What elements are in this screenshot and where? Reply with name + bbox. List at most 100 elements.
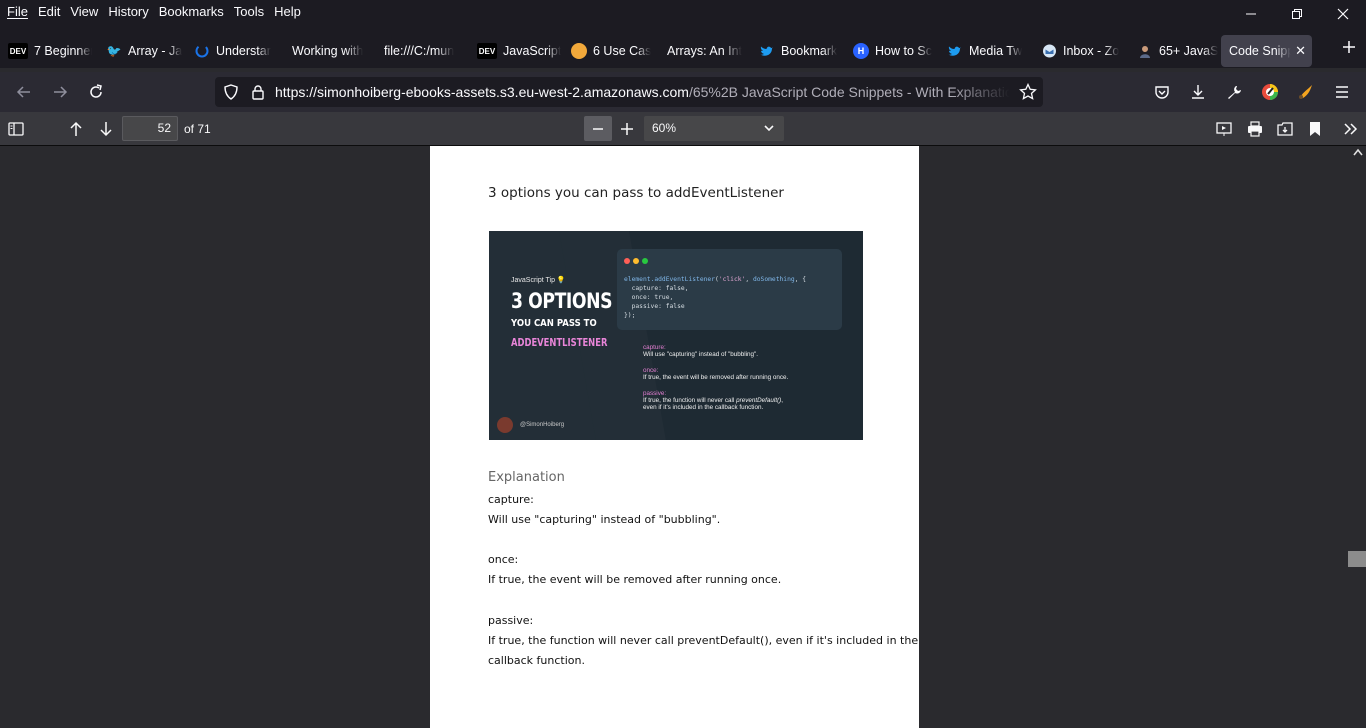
- desc-key: once:: [643, 367, 659, 374]
- tab-14-active[interactable]: Code Snipp ✕: [1221, 35, 1312, 67]
- minimize-icon: [1246, 13, 1256, 15]
- close-icon: [1337, 8, 1349, 20]
- tab-label: Inbox - Zo: [1063, 44, 1120, 58]
- tab-label: 6 Use Cas: [593, 44, 652, 58]
- desc-key: capture:: [643, 344, 666, 351]
- tab-6[interactable]: DEV JavaScript: [469, 35, 563, 67]
- printer-icon: [1248, 121, 1262, 137]
- lock-icon[interactable]: [251, 84, 265, 100]
- tools-menu-button[interactable]: [1338, 117, 1362, 141]
- tab-3[interactable]: Understar: [186, 35, 280, 67]
- menu-bookmarks[interactable]: Bookmarks: [154, 4, 229, 19]
- tab-12[interactable]: Inbox - Zo: [1033, 35, 1129, 67]
- bird-icon: 🐦: [106, 44, 122, 58]
- forward-button[interactable]: [48, 80, 72, 104]
- figure-desc-passive: passive: If true, the function will never…: [643, 390, 783, 411]
- download-icon: [1192, 85, 1204, 99]
- dev-icon: DEV: [477, 43, 497, 59]
- bookmark-icon: [1310, 122, 1320, 136]
- tab-7[interactable]: 6 Use Cas: [563, 35, 657, 67]
- tab-10[interactable]: H How to Sc: [845, 35, 939, 67]
- tab-9[interactable]: Bookmark: [751, 35, 845, 67]
- zoom-select[interactable]: 60%: [644, 116, 784, 141]
- desc-value: even if it's included in the callback fu…: [643, 404, 764, 411]
- print-button[interactable]: [1243, 117, 1267, 141]
- zoom-out-button[interactable]: [584, 116, 612, 141]
- figure-tip-label: JavaScript Tip 💡: [511, 277, 566, 284]
- reload-button[interactable]: [84, 80, 108, 104]
- explanation-line: Will use "capturing" instead of "bubblin…: [488, 513, 721, 526]
- bookmark-button[interactable]: [1303, 117, 1327, 141]
- hashnode-icon: H: [853, 43, 869, 59]
- tab-8[interactable]: Arrays: An Int: [657, 35, 751, 67]
- explanation-line: callback function.: [488, 654, 585, 667]
- tab-label: Code Snipp: [1229, 44, 1291, 58]
- url-text[interactable]: https://simonhoiberg-ebooks-assets.s3.eu…: [275, 84, 1010, 100]
- code-token: addEventListener: [654, 276, 716, 283]
- zoom-in-button[interactable]: [615, 117, 639, 141]
- sidebar-toggle-button[interactable]: [4, 117, 28, 141]
- shield-icon[interactable]: [223, 84, 239, 100]
- tab-13[interactable]: 65+ JavaS: [1129, 35, 1221, 67]
- new-tab-button[interactable]: [1342, 40, 1356, 54]
- extension-button[interactable]: [1258, 80, 1282, 104]
- zoom-value: 60%: [652, 121, 677, 135]
- close-window-button[interactable]: [1320, 0, 1366, 28]
- next-page-button[interactable]: [94, 117, 118, 141]
- figure-highlight: ADDEVENTLISTENER: [511, 337, 608, 349]
- pocket-button[interactable]: [1150, 80, 1174, 104]
- previous-page-button[interactable]: [64, 117, 88, 141]
- green-dot-icon: [642, 258, 648, 264]
- tab-5[interactable]: file:///C:/mun: [374, 35, 469, 67]
- menu-history[interactable]: History: [103, 4, 153, 19]
- restore-button[interactable]: [1274, 0, 1320, 28]
- code-line: });: [624, 312, 636, 319]
- code-window: element.addEventListener('click', doSome…: [617, 249, 842, 330]
- desc-value: ,: [781, 397, 784, 404]
- explanation-title: Explanation: [488, 470, 565, 485]
- arrow-up-icon: [70, 121, 82, 136]
- page-number-input[interactable]: 52: [122, 116, 178, 141]
- pdf-page: 3 options you can pass to addEventListen…: [430, 146, 919, 728]
- chevron-down-icon: [764, 116, 774, 141]
- presentation-mode-button[interactable]: [1212, 117, 1236, 141]
- mail-icon: [1041, 43, 1057, 59]
- url-bar[interactable]: https://simonhoiberg-ebooks-assets.s3.eu…: [215, 77, 1043, 107]
- developer-tools-button[interactable]: [1222, 80, 1246, 104]
- scrollbar-thumb[interactable]: [1348, 551, 1366, 567]
- star-icon[interactable]: [1019, 83, 1037, 101]
- figure-subtitle: YOU CAN PASS TO: [511, 318, 597, 329]
- tab-4[interactable]: Working with: [280, 35, 374, 67]
- tab-11[interactable]: Media Tw: [939, 35, 1033, 67]
- brush-icon: [1299, 85, 1312, 99]
- restore-icon: [1292, 9, 1302, 19]
- menu-help[interactable]: Help: [269, 4, 306, 19]
- minimize-button[interactable]: [1228, 0, 1274, 28]
- figure-desc-capture: capture: Will use "capturing" instead of …: [643, 344, 758, 358]
- tab-2[interactable]: 🐦 Array - Ja: [92, 35, 186, 67]
- menu-bar: File Edit View History Bookmarks Tools H…: [0, 0, 1366, 22]
- pdf-toolbar: 52 of 71 60%: [0, 112, 1366, 146]
- presentation-icon: [1216, 122, 1232, 136]
- menu-tools[interactable]: Tools: [229, 4, 269, 19]
- extension-button-2[interactable]: [1294, 80, 1318, 104]
- back-button[interactable]: [12, 80, 36, 104]
- save-button[interactable]: [1273, 117, 1297, 141]
- menu-edit[interactable]: Edit: [33, 4, 65, 19]
- double-chevron-right-icon: [1344, 123, 1358, 135]
- arrow-down-icon: [100, 122, 112, 137]
- code-line: passive: false: [624, 303, 685, 310]
- sidebar-icon: [8, 122, 24, 136]
- app-menu-button[interactable]: [1330, 80, 1354, 104]
- menu-view[interactable]: View: [65, 4, 103, 19]
- explanation-line: passive:: [488, 614, 534, 627]
- color-wheel-icon: [1262, 84, 1278, 100]
- close-tab-icon[interactable]: ✕: [1295, 43, 1306, 59]
- menu-file[interactable]: File: [2, 4, 33, 19]
- person-icon: [1137, 43, 1153, 59]
- scroll-up-icon[interactable]: [1353, 148, 1363, 156]
- tab-1[interactable]: DEV 7 Beginner: [0, 35, 92, 67]
- downloads-button[interactable]: [1186, 80, 1210, 104]
- desc-value: If true, the event will be removed after…: [643, 374, 789, 381]
- pdf-viewer[interactable]: 3 options you can pass to addEventListen…: [0, 146, 1366, 728]
